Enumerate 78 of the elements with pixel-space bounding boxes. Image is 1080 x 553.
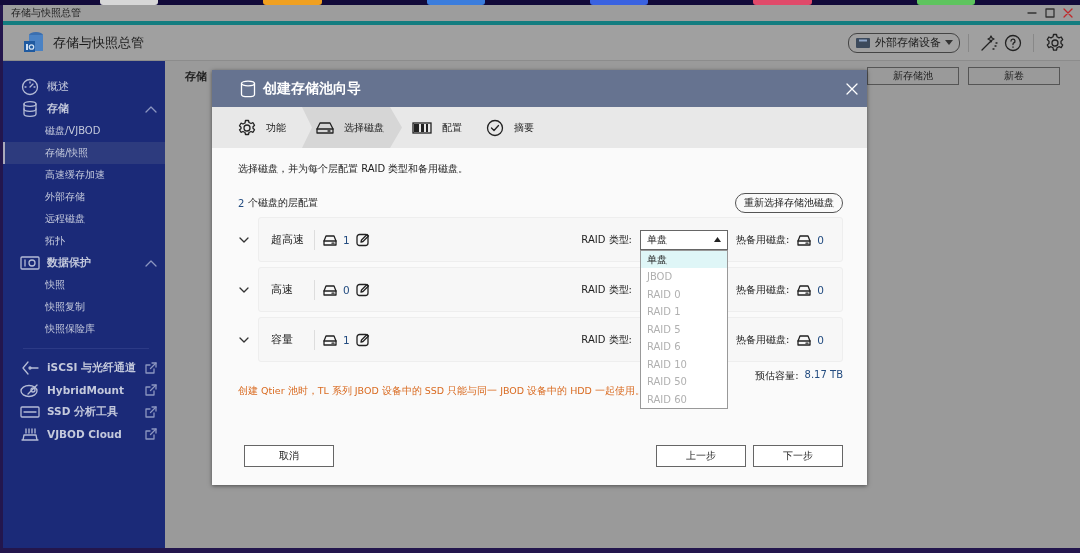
edit-icon[interactable] [355,232,370,247]
sidebar-item[interactable]: 远程磁盘 [3,208,165,230]
sidebar-item[interactable]: 磁盘/VJBOD [3,120,165,142]
edit-icon[interactable] [355,332,370,347]
action-button[interactable]: 新存储池 [867,67,959,85]
reselect-button[interactable]: 重新选择存储池磁盘 [735,193,843,213]
back-button[interactable]: 上一步 [656,445,746,467]
spare-label: 热备用磁盘: [735,332,790,347]
raid-label: RAID 类型: [581,232,632,247]
external-link-icon [145,406,157,418]
sidebar-item[interactable]: SSD 分析工具 [3,401,165,423]
spare-count: 0 [817,283,824,296]
help-icon[interactable] [1004,33,1022,52]
sidebar-item[interactable]: 存储/快照 [3,142,165,164]
device-selector[interactable]: 外部存储设备 [848,32,960,53]
spare-count: 0 [817,233,824,246]
instruction-text: 选择磁盘，并为每个层配置 RAID 类型和备用磁盘。 [238,162,470,176]
estimate-label: 预估容量: [755,369,799,383]
action-button[interactable]: 新卷 [968,67,1060,85]
external-link-icon [145,428,157,440]
cancel-button[interactable]: 取消 [244,445,334,467]
tier-name: 超高速 [271,232,304,247]
estimate-value: 8.17 TB [804,369,843,382]
app-title: 存储与快照总管 [53,33,144,52]
external-link-icon [145,384,157,396]
app-logo-icon [23,30,45,55]
spare-count: 0 [817,333,824,346]
drive-icon [855,36,871,49]
dropdown-option[interactable]: 单盘 [640,250,727,268]
sidebar-item[interactable]: 快照 [3,274,165,296]
disk-count: 2 [238,197,245,209]
raid-select[interactable]: 单盘 [639,229,728,250]
settings-icon[interactable] [1045,32,1065,53]
edit-icon[interactable] [355,282,370,297]
sidebar-item[interactable]: 数据保护 [3,252,165,274]
spare-label: 热备用磁盘: [735,282,790,297]
sidebar-item[interactable]: 高速缓存加速 [3,164,165,186]
spare-label: 热备用磁盘: [735,232,790,247]
drive-icon [20,404,40,420]
tier-name: 高速 [271,282,294,297]
sidebar-item[interactable]: 概述 [3,76,165,98]
sidebar-item[interactable]: 存储 [3,98,165,120]
wizard-step[interactable]: 功能 [230,107,300,148]
dialog-title: 创建存储池向导 [263,79,361,98]
next-button[interactable]: 下一步 [753,445,843,467]
window-title: 存储与快照总管 [11,6,81,20]
dashboard-icon [20,78,40,96]
caret-icon [945,39,953,46]
wizard-step[interactable]: 选择磁盘 [302,107,402,148]
raid-label: RAID 类型: [581,332,632,347]
section-title: 存储 [185,68,207,84]
sidebar-item[interactable]: 拓扑 [3,230,165,252]
sidebar-item[interactable]: 快照保险库 [3,318,165,340]
sidebar-item[interactable]: 快照复制 [3,296,165,318]
disk-count: 0 [343,283,350,296]
disk-count: 1 [343,333,350,346]
caret-icon [713,237,721,242]
tier-caption: 个磁盘的层配置 [248,196,319,210]
sidebar-item[interactable]: VJBOD Cloud [3,423,165,445]
magic-wand-icon[interactable] [980,33,998,52]
sidebar-item[interactable]: 外部存储 [3,186,165,208]
maximize-icon[interactable] [1044,7,1056,19]
wizard-step[interactable]: 配置 [404,107,476,148]
disk-icon [20,382,40,398]
server-icon [20,426,40,442]
database-icon [20,100,40,118]
tier-name: 容量 [271,332,294,347]
wizard-step[interactable]: 摘要 [478,107,548,148]
gear-icon [238,118,256,137]
bars-icon [412,120,432,135]
sidebar-item[interactable]: HybridMount [3,379,165,401]
database-icon [240,79,256,98]
check-circle-icon [486,118,504,137]
disk-count: 1 [343,233,350,246]
network-icon [20,359,40,377]
raid-label: RAID 类型: [581,282,632,297]
external-link-icon [145,362,157,374]
sidebar-item[interactable]: iSCSI 与光纤通道 [3,357,165,379]
